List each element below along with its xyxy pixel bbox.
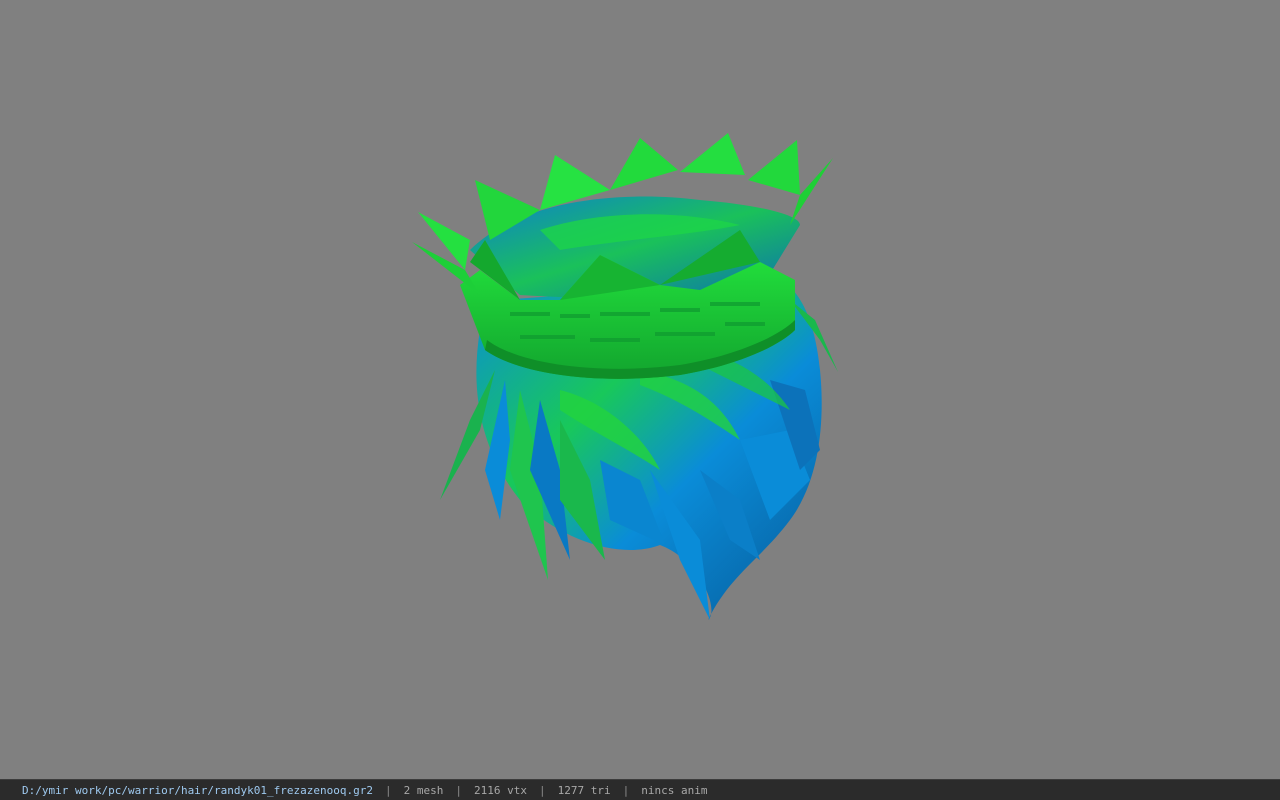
separator: | [455,783,462,797]
status-bar: D:/ymir work/pc/warrior/hair/randyk01_fr… [0,779,1280,800]
separator: | [385,783,392,797]
model-render [412,133,838,620]
vertex-count: 2116 vtx [474,783,527,797]
animation-status: nincs anim [641,783,708,797]
separator: | [622,783,630,797]
3d-viewport[interactable] [0,0,1280,779]
file-path: D:/ymir work/pc/warrior/hair/randyk01_fr… [22,783,373,797]
separator: | [538,783,546,797]
triangle-count: 1277 tri [557,783,611,797]
mesh-count: 2 mesh [403,783,444,797]
